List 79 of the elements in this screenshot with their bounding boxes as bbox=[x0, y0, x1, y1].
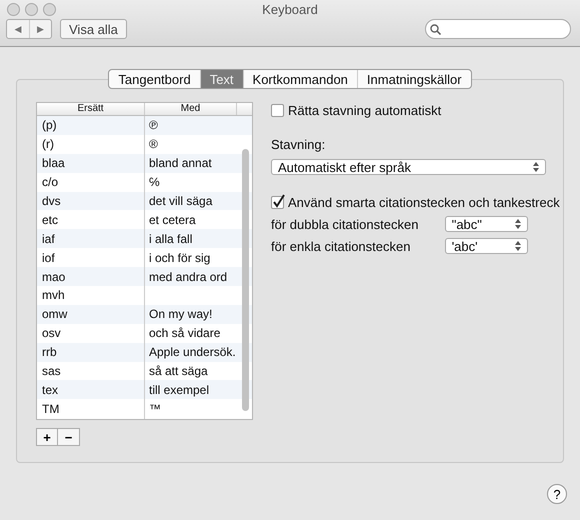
table-row[interactable]: TM ™ bbox=[37, 399, 252, 418]
table-cell-text: TM bbox=[41, 402, 60, 416]
table-row[interactable]: etc et cetera bbox=[37, 210, 252, 230]
table-row[interactable]: rrb Apple undersök. bbox=[37, 342, 252, 362]
table-cell-text: (p) bbox=[41, 118, 58, 132]
table-cell-text: till exempel bbox=[148, 382, 210, 397]
table-row[interactable]: tex till exempel bbox=[37, 380, 252, 400]
quote-label: för dubbla citationstecken bbox=[271, 216, 418, 232]
table-row[interactable]: (p) ℗ bbox=[37, 116, 252, 135]
back-button[interactable]: ◀ bbox=[7, 20, 29, 38]
table-cell-text: bland annat bbox=[148, 156, 213, 170]
table-cell-text: i och för sig bbox=[148, 250, 212, 265]
window-control-icon[interactable] bbox=[7, 3, 20, 16]
table-row[interactable]: mao med andra ord bbox=[37, 267, 252, 286]
tab[interactable]: Tangentbord bbox=[109, 70, 200, 88]
table-cell-text: tex bbox=[41, 382, 60, 397]
spelling-popup[interactable]: Automatiskt efter språk bbox=[271, 159, 546, 175]
table-row[interactable]: iof i och för sig bbox=[37, 248, 252, 268]
table-cell-text: On my way! bbox=[148, 307, 214, 322]
table-cell-text: blaa bbox=[41, 156, 66, 170]
quote-label: för enkla citationstecken bbox=[271, 238, 410, 254]
table-cell-text: etc bbox=[41, 212, 60, 227]
table-cell-text: c/o bbox=[41, 175, 60, 190]
checkbox-label: Rätta stavning automatiskt bbox=[288, 103, 442, 118]
table-cell-text: mvh bbox=[41, 288, 66, 302]
table-cell-text: i alla fall bbox=[148, 232, 194, 246]
table-cell-text: ™ bbox=[148, 402, 162, 416]
search-icon bbox=[430, 24, 441, 34]
table-cell-text: Apple undersök. bbox=[148, 345, 237, 360]
checkbox-label: Använd smarta citationstecken och tankestreck bbox=[288, 195, 560, 210]
checkbox[interactable] bbox=[271, 104, 284, 117]
quote-popup[interactable]: "abc" bbox=[444, 216, 528, 232]
table-row[interactable]: (r) ® bbox=[37, 134, 252, 154]
window-control-icon[interactable] bbox=[25, 3, 38, 16]
table-cell-text: iof bbox=[41, 250, 56, 265]
checkbox[interactable] bbox=[271, 196, 284, 209]
column-header[interactable]: Med bbox=[144, 103, 236, 115]
table-cell-text: ℅ bbox=[148, 175, 161, 190]
table-cell-text: osv bbox=[41, 326, 62, 340]
table-row[interactable]: osv och så vidare bbox=[37, 324, 252, 343]
tab[interactable]: Text bbox=[200, 70, 243, 88]
spelling-label: Stavning: bbox=[271, 137, 326, 152]
table-row[interactable]: c/o ℅ bbox=[37, 172, 252, 192]
scrollbar[interactable] bbox=[242, 149, 249, 411]
search-field[interactable] bbox=[425, 19, 571, 39]
updown-icon bbox=[533, 162, 539, 172]
table-cell-text: et cetera bbox=[148, 212, 197, 227]
table-cell-text: mao bbox=[41, 270, 66, 284]
table-row[interactable]: sas så att säga bbox=[37, 362, 252, 380]
table-cell-text: omw bbox=[41, 307, 68, 322]
window-title: Keyboard bbox=[262, 2, 318, 17]
updown-icon bbox=[514, 219, 521, 229]
table-cell-text: sas bbox=[41, 364, 62, 378]
table-row[interactable]: mvh bbox=[37, 286, 252, 305]
add-button[interactable]: + bbox=[36, 428, 58, 446]
table-cell-text: och så vidare bbox=[148, 326, 222, 340]
quote-popup[interactable]: 'abc' bbox=[444, 238, 528, 254]
forward-button[interactable]: ▶ bbox=[29, 20, 51, 38]
tab[interactable]: Inmatningskällor bbox=[356, 70, 471, 88]
table-row[interactable]: dvs det vill säga bbox=[37, 192, 252, 210]
table-cell-text: ® bbox=[148, 137, 159, 152]
remove-button[interactable]: − bbox=[58, 428, 80, 446]
table-cell-text: med andra ord bbox=[148, 270, 228, 284]
table-cell-text: rrb bbox=[41, 345, 58, 360]
table-cell-text: (r) bbox=[41, 137, 55, 152]
updown-icon bbox=[514, 241, 521, 251]
table-cell-text: så att säga bbox=[148, 364, 209, 378]
show-all-button[interactable]: Visa alla bbox=[60, 19, 127, 39]
help-button[interactable]: ? bbox=[547, 484, 567, 504]
tab[interactable]: Kortkommandon bbox=[242, 70, 357, 88]
table-cell-text: dvs bbox=[41, 194, 62, 208]
table-row[interactable]: omw On my way! bbox=[37, 304, 252, 324]
table-row[interactable]: blaa bland annat bbox=[37, 154, 252, 173]
table-cell-text: ℗ bbox=[148, 118, 159, 132]
table-cell-text: iaf bbox=[41, 232, 56, 246]
column-header[interactable]: Ersätt bbox=[37, 103, 144, 115]
window-control-icon[interactable] bbox=[43, 3, 56, 16]
table-cell-text: det vill säga bbox=[148, 194, 214, 208]
table-row[interactable]: iaf i alla fall bbox=[37, 229, 252, 248]
